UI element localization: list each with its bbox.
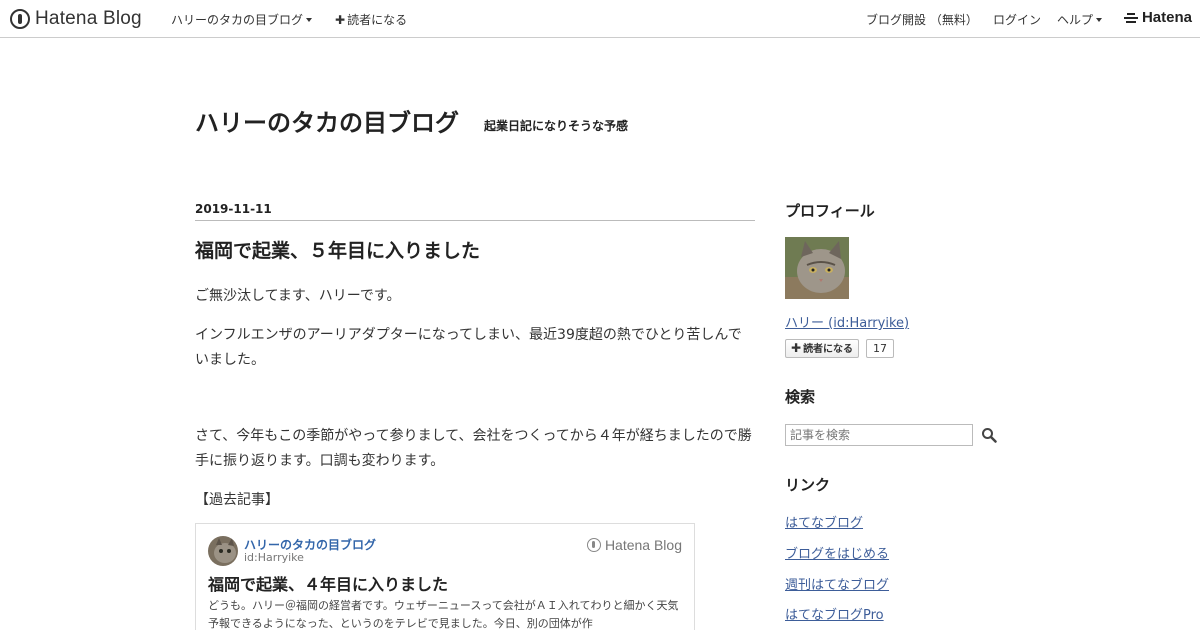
embed-brand-text: Hatena Blog	[604, 537, 682, 553]
hatena-mark-icon	[1123, 12, 1138, 23]
links-heading: リンク	[785, 476, 831, 494]
date-divider	[195, 220, 755, 221]
blog-title[interactable]: ハリーのタカの目ブログ	[195, 103, 459, 138]
hatena-logo[interactable]: Hatena	[1123, 9, 1192, 26]
hatena-logo-text: Hatena	[1141, 9, 1192, 26]
link-hatena-blog-pro[interactable]: はてなブログPro	[785, 604, 884, 623]
hatena-blog-logo-icon	[586, 538, 601, 552]
subscriber-count: 17	[866, 339, 894, 358]
embed-user-id: id:Harryike	[244, 551, 304, 564]
login-link[interactable]: ログイン	[993, 11, 1041, 28]
link-hatena-blog[interactable]: はてなブログ	[785, 512, 863, 531]
entry-title[interactable]: 福岡で起業、５年目に入りました	[195, 236, 480, 263]
search-input[interactable]	[785, 424, 973, 446]
profile-heading: プロフィール	[785, 202, 875, 220]
embed-card[interactable]: ハリーのタカの目ブログ id:Harryike Hatena Blog 福岡で起…	[195, 523, 695, 630]
paragraph: さて、今年もこの季節がやって参りまして、会社をつくってから４年が経ちましたので勝…	[195, 428, 752, 469]
hatena-blog-logo-icon	[10, 9, 30, 29]
profile-name-link[interactable]: ハリー (id:Harryike)	[785, 312, 909, 331]
link-weekly-hatena-blog[interactable]: 週刊はてなブログ	[785, 574, 889, 593]
paragraph: 【過去記事】	[195, 492, 279, 508]
blog-description: 起業日記になりそうな予感	[484, 119, 629, 133]
open-blog-link[interactable]: ブログ開設 （無料）	[866, 11, 978, 28]
embed-excerpt: どうも。ハリー＠福岡の経営者です。ウェザーニュースって会社がＡＩ入れてわりと細か…	[208, 599, 679, 630]
hatena-blog-logo-text: Hatena Blog	[35, 8, 142, 29]
embed-title: 福岡で起業、４年目に入りました	[208, 575, 449, 594]
global-header: Hatena Blog ハリーのタカの目ブログ ✚ 読者になる ブログ開設 （無料…	[0, 0, 1200, 38]
profile-avatar[interactable]	[785, 237, 849, 299]
help-label: ヘルプ	[1057, 13, 1094, 27]
embed-brand: Hatena Blog	[586, 537, 682, 553]
plus-icon: ✚	[335, 13, 346, 27]
subscribe-link[interactable]: ✚ 読者になる	[335, 11, 407, 28]
plus-icon: ✚	[791, 341, 802, 355]
blog-menu-dropdown[interactable]: ハリーのタカの目ブログ	[171, 11, 313, 28]
caret-down-icon	[1096, 18, 1103, 22]
paragraph: ご無沙汰してます、ハリーです。	[195, 288, 401, 304]
author-avatar	[208, 536, 238, 566]
hatena-blog-logo[interactable]: Hatena Blog	[10, 7, 142, 31]
entry-date[interactable]: 2019-11-11	[195, 202, 272, 216]
caret-down-icon	[306, 18, 313, 22]
search-heading: 検索	[785, 388, 816, 406]
search-icon[interactable]	[981, 427, 997, 443]
blog-menu-label: ハリーのタカの目ブログ	[171, 13, 304, 27]
subscribe-label: 読者になる	[347, 13, 408, 27]
subscribe-button[interactable]: ✚ 読者になる	[785, 339, 860, 358]
help-dropdown[interactable]: ヘルプ	[1057, 11, 1103, 28]
subscribe-button-label: 読者になる	[803, 344, 854, 355]
paragraph: インフルエンザのアーリアダプターになってしまい、最近39度超の熱でひとり苦しんで…	[195, 327, 742, 368]
link-start-blog[interactable]: ブログをはじめる	[785, 543, 889, 562]
